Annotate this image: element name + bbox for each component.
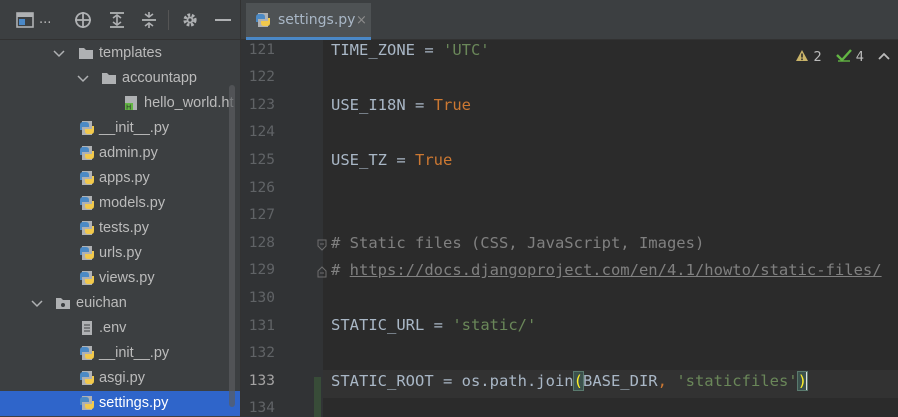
tree-label: templates <box>99 45 162 61</box>
tree-label: apps.py <box>99 170 150 186</box>
python-file-icon <box>79 145 95 161</box>
python-file-icon <box>255 12 271 32</box>
tree-label: euichan <box>76 295 127 311</box>
python-file-icon <box>79 120 95 136</box>
python-file-icon <box>79 170 95 186</box>
toolbar-divider <box>168 10 169 30</box>
folder-icon <box>78 45 94 61</box>
tree-label: .env <box>99 320 127 336</box>
tree-file-admin[interactable]: admin.py <box>0 141 240 166</box>
python-file-icon <box>79 395 95 411</box>
text-file-icon <box>79 320 95 336</box>
check-icon <box>835 48 852 66</box>
chevron-down-icon[interactable] <box>30 295 44 311</box>
code-line-123: USE_I18N = True <box>331 96 471 114</box>
line-number: 124 <box>248 124 275 140</box>
tree-label: __init__.py <box>99 120 170 136</box>
inspection-widget[interactable]: 2 4 <box>795 48 890 66</box>
warning-count: 2 <box>813 49 822 65</box>
package-folder-icon <box>55 295 71 311</box>
vcs-change-marker[interactable] <box>314 377 321 417</box>
line-number: 129 <box>248 262 275 278</box>
code-editor[interactable]: settings.py × 121 122 123 124 125 126 12… <box>240 0 898 417</box>
code-line-125: USE_TZ = True <box>331 151 453 169</box>
line-number: 131 <box>248 318 275 334</box>
html-file-icon: H <box>123 95 139 112</box>
python-file-icon <box>79 370 95 386</box>
collapse-all-icon[interactable] <box>139 10 159 30</box>
code-line-131: STATIC_URL = 'static/' <box>331 316 537 334</box>
tree-file-models[interactable]: models.py <box>0 191 240 216</box>
project-panel: ... templates accountapp H hello_world.h… <box>0 0 240 417</box>
tree-label: hello_world.ht <box>144 95 234 111</box>
docs-link[interactable]: https://docs.djangoproject.com/en/4.1/ho… <box>350 261 882 279</box>
line-number: 121 <box>248 42 275 58</box>
python-file-icon <box>79 220 95 236</box>
chevron-down-icon[interactable] <box>76 70 90 86</box>
code-line-128: # Static files (CSS, JavaScript, Images) <box>331 234 705 252</box>
tree-label: admin.py <box>99 145 158 161</box>
tree-file-init[interactable]: __init__.py <box>0 116 240 141</box>
expand-all-icon[interactable] <box>107 10 127 30</box>
code-line-133: STATIC_ROOT = os.path.join(BASE_DIR, 'st… <box>323 370 898 398</box>
project-scrollbar[interactable] <box>229 85 235 407</box>
project-view-title[interactable]: ... <box>39 12 51 27</box>
tab-label: settings.py <box>278 12 356 28</box>
tree-file-env[interactable]: .env <box>0 316 240 341</box>
project-view-icon[interactable] <box>14 10 36 30</box>
code-line-129: # https://docs.djangoproject.com/en/4.1/… <box>331 261 882 279</box>
line-number: 127 <box>248 207 275 223</box>
line-number: 134 <box>248 400 275 416</box>
python-file-icon <box>79 245 95 261</box>
tree-folder-templates[interactable]: templates <box>0 41 240 66</box>
close-icon[interactable]: × <box>356 13 367 28</box>
tree-file-init-euichan[interactable]: __init__.py <box>0 341 240 366</box>
line-number: 128 <box>248 235 275 251</box>
tree-file-views[interactable]: views.py <box>0 266 240 291</box>
line-number: 130 <box>248 290 275 306</box>
tree-file-hello-world[interactable]: H hello_world.ht <box>0 91 240 116</box>
tree-folder-euichan[interactable]: euichan <box>0 291 240 316</box>
project-toolbar: ... <box>0 0 240 40</box>
svg-text:H: H <box>126 104 131 112</box>
minimize-icon[interactable] <box>213 10 233 30</box>
tree-label: urls.py <box>99 245 142 261</box>
line-number: 122 <box>248 69 275 85</box>
tree-label: __init__.py <box>99 345 170 361</box>
tree-file-urls[interactable]: urls.py <box>0 241 240 266</box>
line-number-gutter: 121 122 123 124 125 126 127 128 129 130 … <box>241 40 327 417</box>
chevron-down-icon[interactable] <box>52 45 66 61</box>
python-file-icon <box>79 345 95 361</box>
matched-bracket-open: ( <box>572 371 585 391</box>
tree-label: asgi.py <box>99 370 145 386</box>
tree-file-apps[interactable]: apps.py <box>0 166 240 191</box>
python-file-icon <box>79 195 95 211</box>
chevron-up-icon[interactable] <box>878 50 890 65</box>
line-number: 132 <box>248 345 275 361</box>
code-area[interactable]: TIME_ZONE = 'UTC' USE_I18N = True USE_TZ… <box>323 40 898 417</box>
tree-label: settings.py <box>99 395 169 411</box>
tree-file-asgi[interactable]: asgi.py <box>0 366 240 391</box>
python-file-icon <box>79 270 95 286</box>
tab-settings-py[interactable]: settings.py × <box>246 3 371 40</box>
tree-label: models.py <box>99 195 166 211</box>
tree-file-settings[interactable]: settings.py <box>0 391 240 416</box>
editor-tab-bar: settings.py × <box>241 0 898 40</box>
line-number: 126 <box>248 180 275 196</box>
line-number-current: 133 <box>248 373 275 389</box>
line-number: 123 <box>248 97 275 113</box>
tree-folder-accountapp[interactable]: accountapp <box>0 66 240 91</box>
locate-icon[interactable] <box>73 10 93 30</box>
gear-icon[interactable] <box>180 10 200 30</box>
folder-icon <box>101 70 117 86</box>
tree-label: accountapp <box>122 70 197 86</box>
tree-label: views.py <box>99 270 155 286</box>
tree-file-tests[interactable]: tests.py <box>0 216 240 241</box>
warning-icon <box>795 49 809 66</box>
line-number: 125 <box>248 152 275 168</box>
tree-label: tests.py <box>99 220 149 236</box>
text-caret <box>805 371 808 390</box>
check-count: 4 <box>855 49 864 65</box>
